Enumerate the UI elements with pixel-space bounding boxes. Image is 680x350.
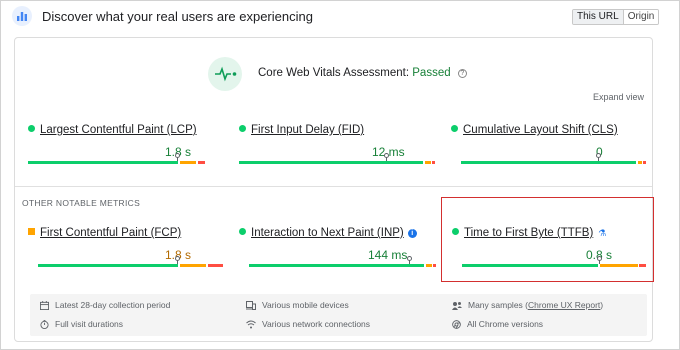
good-dot-icon [452, 228, 459, 235]
metric-inp-value: 144 ms [368, 248, 408, 262]
metric-inp: Interaction to Next Paint (INP) i 144 ms [239, 227, 436, 273]
toggle-this-url[interactable]: This URL [573, 10, 624, 24]
metric-inp-name[interactable]: Interaction to Next Paint (INP) i [239, 227, 417, 239]
calendar-icon [40, 300, 49, 310]
distribution-bar [239, 256, 436, 267]
metric-cls-name[interactable]: Cumulative Layout Shift (CLS) [451, 124, 618, 136]
url-origin-toggle[interactable]: This URL Origin [572, 9, 660, 25]
good-dot-icon [239, 125, 246, 132]
toggle-origin[interactable]: Origin [623, 10, 659, 24]
help-icon[interactable]: ? [457, 69, 467, 78]
footer-collection-period: Latest 28-day collection period [40, 300, 170, 310]
distribution-bar [452, 256, 647, 267]
metric-ttfb-name[interactable]: Time to First Byte (TTFB) ⚗ [452, 227, 606, 239]
metric-fcp: First Contentful Paint (FCP) 1.8 s [28, 227, 223, 273]
distribution-bar [28, 153, 223, 164]
metric-cls: Cumulative Layout Shift (CLS) 0 [451, 124, 646, 170]
section-divider [15, 186, 652, 187]
footer-samples: Many samples (Chrome UX Report) [452, 300, 603, 310]
footer-chrome-versions: All Chrome versions [452, 319, 543, 329]
assessment-status: Passed [412, 67, 451, 79]
metric-lcp: Largest Contentful Paint (LCP) 1.8 s [28, 124, 223, 170]
metric-fcp-name[interactable]: First Contentful Paint (FCP) [28, 227, 181, 239]
wifi-icon [246, 320, 256, 328]
metric-ttfb: Time to First Byte (TTFB) ⚗ 0.8 s [452, 227, 647, 273]
distribution-bar [451, 153, 646, 164]
pulse-icon [215, 66, 237, 82]
devices-icon [246, 300, 256, 310]
crux-logo-icon [12, 6, 32, 26]
footer-devices: Various mobile devices [246, 300, 349, 310]
assessment-label: Core Web Vitals Assessment: [258, 67, 410, 79]
good-dot-icon [28, 125, 35, 132]
metric-lcp-name[interactable]: Largest Contentful Paint (LCP) [28, 124, 197, 136]
good-dot-icon [239, 228, 246, 235]
good-dot-icon [451, 125, 458, 132]
needs-improvement-square-icon [28, 228, 35, 235]
experimental-flask-icon: ⚗ [598, 228, 607, 238]
metric-fid-name[interactable]: First Input Delay (FID) [239, 124, 364, 136]
chrome-ux-report-link[interactable]: Chrome UX Report [528, 300, 600, 310]
assessment-badge [208, 57, 242, 91]
chrome-icon [452, 319, 461, 329]
distribution-bar [239, 153, 436, 164]
assessment-text: Core Web Vitals Assessment: Passed ? [258, 67, 467, 79]
info-icon[interactable]: i [407, 229, 417, 238]
users-icon [452, 301, 462, 310]
expand-view-link[interactable]: Expand view [593, 92, 644, 102]
section-title: Discover what your real users are experi… [42, 9, 313, 24]
other-metrics-heading: OTHER NOTABLE METRICS [22, 198, 141, 208]
metric-fid: First Input Delay (FID) 12 ms [239, 124, 436, 170]
timer-icon [40, 319, 49, 329]
footer-network: Various network connections [246, 319, 370, 329]
footer-visit-durations: Full visit durations [40, 319, 123, 329]
distribution-bar [28, 256, 223, 267]
